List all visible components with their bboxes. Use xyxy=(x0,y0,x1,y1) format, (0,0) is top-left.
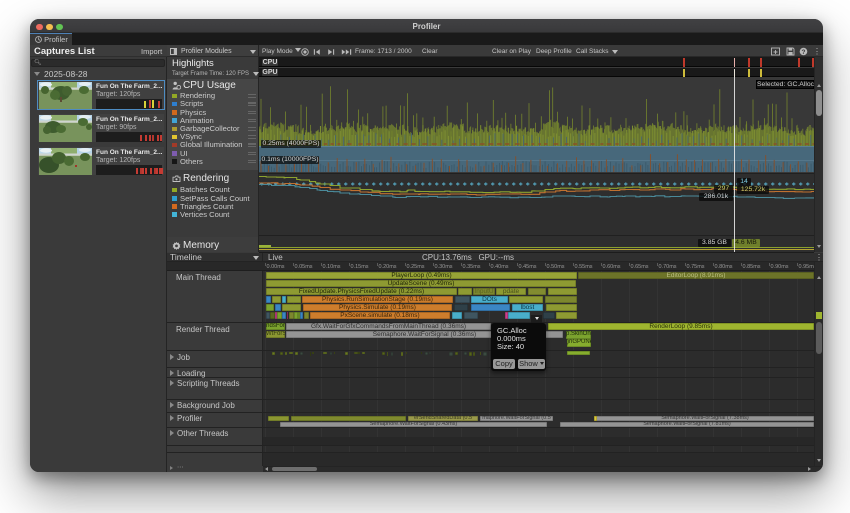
svg-text:?: ? xyxy=(802,49,806,56)
